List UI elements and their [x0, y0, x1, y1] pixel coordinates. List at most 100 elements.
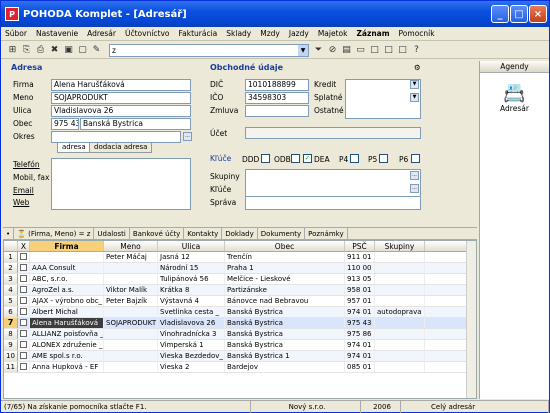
- window-icon[interactable]: □: [369, 45, 380, 56]
- sprava-field[interactable]: [245, 196, 421, 210]
- cell-ulica[interactable]: Vladislavova 26: [158, 318, 225, 328]
- tab-bankove-ucty[interactable]: Bankové účty: [130, 227, 185, 240]
- cell-skupiny[interactable]: [375, 351, 425, 361]
- cell-skupiny[interactable]: [375, 252, 425, 262]
- okres-select-button[interactable]: ...: [183, 132, 192, 141]
- cell-obec[interactable]: Banská Bystrica 1: [225, 351, 345, 361]
- telefon-label[interactable]: Telefón: [13, 160, 40, 169]
- table-row[interactable]: 1 Peter Máčaj Jasná 12 Trenčín 911 01: [4, 252, 476, 263]
- cell-obec[interactable]: Banská Bystrica: [225, 340, 345, 350]
- cell-firma[interactable]: AJAX - výrobno obc_: [30, 296, 104, 306]
- monitor-icon[interactable]: ▭: [355, 45, 366, 56]
- cell-firma[interactable]: [30, 252, 104, 262]
- col-obec[interactable]: Obec: [225, 241, 345, 251]
- table-row[interactable]: 8 ALLIANZ poisťovňa _ Vinohradnícka 3 Bansk…: [4, 329, 476, 340]
- cell-firma[interactable]: ALLIANZ poisťovňa _: [30, 329, 104, 339]
- menu-pomocnik[interactable]: Pomocník: [399, 29, 435, 38]
- cell-meno[interactable]: [104, 329, 158, 339]
- cell-psc[interactable]: 974 01: [345, 351, 375, 361]
- table-row[interactable]: 6 Albert Michal Svetlinka cesta _ Banská By…: [4, 307, 476, 318]
- email-label[interactable]: Email: [13, 186, 34, 195]
- row-number[interactable]: 2: [4, 263, 18, 273]
- row-checkbox[interactable]: [18, 307, 30, 317]
- cell-skupiny[interactable]: [375, 285, 425, 295]
- filter-off-icon[interactable]: ⊘: [327, 45, 338, 56]
- pin-icon[interactable]: •: [3, 227, 15, 240]
- maximize-button[interactable]: □: [510, 5, 528, 23]
- menu-subor[interactable]: Súbor: [5, 29, 27, 38]
- table-row[interactable]: 4 AgroZel a.s. Viktor Malík Krátka 8 Partizá…: [4, 285, 476, 296]
- menu-majetok[interactable]: Majetok: [318, 29, 348, 38]
- cell-ulica[interactable]: Vinohradnícka 3: [158, 329, 225, 339]
- cell-psc[interactable]: 974 01: [345, 307, 375, 317]
- menu-adresar[interactable]: Adresár: [87, 29, 116, 38]
- cell-psc[interactable]: 958 01: [345, 285, 375, 295]
- col-skupiny[interactable]: Skupiny: [375, 241, 425, 251]
- okres-field[interactable]: [51, 131, 181, 143]
- cell-skupiny[interactable]: [375, 263, 425, 273]
- cell-obec[interactable]: Trenčín: [225, 252, 345, 262]
- zmluva-field[interactable]: [245, 105, 309, 117]
- cell-obec[interactable]: Praha 1: [225, 263, 345, 273]
- filter-icon[interactable]: ⏷: [313, 45, 324, 56]
- tab-kontakty[interactable]: Kontakty: [184, 227, 223, 240]
- cell-psc[interactable]: 913 05: [345, 274, 375, 284]
- skupiny-select-button[interactable]: ...: [410, 171, 419, 180]
- row-number[interactable]: 10: [4, 351, 18, 361]
- chevron-down-icon[interactable]: ▼: [298, 44, 308, 56]
- cell-meno[interactable]: Viktor Malík: [104, 285, 158, 295]
- p4-checkbox[interactable]: [350, 154, 359, 163]
- cancel-icon[interactable]: ▢: [77, 45, 88, 56]
- table-row[interactable]: 7 Alena Harušťáková SOJAPRODUKT Vladislavov…: [4, 318, 476, 329]
- save-icon[interactable]: ▣: [63, 45, 74, 56]
- row-number[interactable]: 9: [4, 340, 18, 350]
- cell-meno[interactable]: [104, 362, 158, 372]
- cell-meno[interactable]: [104, 351, 158, 361]
- row-number[interactable]: 4: [4, 285, 18, 295]
- col-firma[interactable]: Firma: [30, 241, 104, 251]
- cell-obec[interactable]: Melčice - Lieskové: [225, 274, 345, 284]
- row-number[interactable]: 8: [4, 329, 18, 339]
- col-rownum[interactable]: [4, 241, 18, 251]
- col-meno[interactable]: Meno: [104, 241, 158, 251]
- row-checkbox[interactable]: [18, 362, 30, 372]
- window2-icon[interactable]: □: [383, 45, 394, 56]
- cell-firma[interactable]: AME spol.s r.o.: [30, 351, 104, 361]
- meno-field[interactable]: SOJAPRODUKT: [51, 92, 191, 104]
- ulica-field[interactable]: Vladislavova 26: [51, 105, 191, 117]
- row-checkbox[interactable]: [18, 263, 30, 273]
- cell-skupiny[interactable]: [375, 318, 425, 328]
- row-number[interactable]: 7: [4, 318, 18, 328]
- cell-ulica[interactable]: Národní 15: [158, 263, 225, 273]
- cell-meno[interactable]: SOJAPRODUKT: [104, 318, 158, 328]
- new-record-icon[interactable]: ⊞: [7, 45, 18, 56]
- cell-firma[interactable]: AAA Consult: [30, 263, 104, 273]
- firma-field[interactable]: Alena Harušťáková: [51, 79, 191, 91]
- cell-meno[interactable]: Peter Máčaj: [104, 252, 158, 262]
- web-label[interactable]: Web: [13, 198, 29, 207]
- cell-firma[interactable]: ABC, s.r.o.: [30, 274, 104, 284]
- table-row[interactable]: 11 Anna Hupková - EF Vieska 2 Bardejov 085 0…: [4, 362, 476, 373]
- row-checkbox[interactable]: [18, 340, 30, 350]
- kredit-chevron-icon[interactable]: ▼: [410, 80, 419, 89]
- row-checkbox[interactable]: [18, 285, 30, 295]
- row-checkbox[interactable]: [18, 296, 30, 306]
- row-checkbox[interactable]: [18, 274, 30, 284]
- col-psc[interactable]: PSČ: [345, 241, 375, 251]
- p6-checkbox[interactable]: [411, 154, 420, 163]
- cell-psc[interactable]: 085 01: [345, 362, 375, 372]
- ucet-field[interactable]: [245, 127, 421, 139]
- cell-skupiny[interactable]: [375, 362, 425, 372]
- splatne-chevron-icon[interactable]: ▼: [410, 93, 419, 102]
- skupiny-field[interactable]: [245, 169, 421, 197]
- row-number[interactable]: 5: [4, 296, 18, 306]
- tab-filter[interactable]: ⏳ (Firma, Meno) = z: [14, 227, 95, 240]
- tab-udalosti[interactable]: Udalosti: [94, 227, 130, 240]
- col-x[interactable]: X: [18, 241, 30, 251]
- dea-checkbox[interactable]: ✓: [303, 154, 312, 163]
- cell-meno[interactable]: [104, 340, 158, 350]
- view-icon[interactable]: ▤: [341, 45, 352, 56]
- window3-icon[interactable]: □: [397, 45, 408, 56]
- cell-meno[interactable]: [104, 274, 158, 284]
- psc-field[interactable]: 975 43: [51, 118, 79, 130]
